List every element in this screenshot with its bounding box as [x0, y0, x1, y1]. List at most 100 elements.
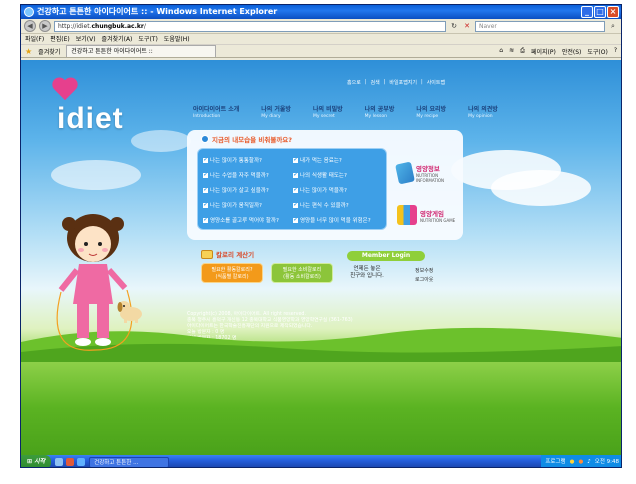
volume-icon[interactable]: ♪ — [587, 455, 591, 467]
button-line: (활동 소비칼로리) — [283, 274, 321, 280]
question-item[interactable]: ✔ 나의 식생활 태도는? — [293, 171, 371, 179]
browser-tab[interactable]: 건강하고 튼튼한 아이다이어트 :: — [66, 45, 217, 57]
maximize-button[interactable]: □ — [594, 6, 606, 18]
url-prefix: http://idiet. — [58, 22, 92, 30]
question-item[interactable]: ✔ 영양을 너무 많이 먹을 위험은? — [293, 216, 371, 224]
sitemap-link[interactable]: 사이트맵 — [427, 79, 445, 86]
question-item[interactable]: ✔ 나는 많이가 살고 싶을까? — [203, 186, 279, 194]
nav-sub: My recipe — [416, 114, 439, 119]
home-icon[interactable]: ⌂ — [499, 47, 503, 56]
question-item[interactable]: ✔ 나는 많이가 먹을까? — [293, 186, 371, 194]
heart-icon — [53, 78, 79, 100]
refresh-icon[interactable]: ↻ — [449, 21, 459, 31]
favorites-button[interactable]: 즐겨찾기 — [38, 47, 60, 56]
question-item[interactable]: ✔ 영양소를 골고루 먹어야 할까? — [203, 216, 279, 224]
tools-menu[interactable]: 도구(O) — [587, 47, 607, 56]
question-list-left: ✔ 나는 많이가 통통할까? ✔ 나는 수업을 자주 먹을까? ✔ 나는 많이가 살고… — [203, 156, 279, 224]
nav-diary[interactable]: 나의 거울방 My diary — [261, 104, 291, 119]
question-item[interactable]: ✔ 내가 먹는 음료는? — [293, 156, 371, 164]
nav-sub: My opinion — [468, 114, 493, 119]
safety-menu[interactable]: 안전(S) — [562, 47, 582, 56]
login-message: 언제든 놓은 친구와 입니다. — [341, 266, 393, 280]
card-sub: NUTRITION INFORMATION — [415, 173, 445, 183]
address-input[interactable]: http://idiet.chungbuk.ac.kr/ — [54, 20, 446, 32]
question-item[interactable]: ✔ 나는 편식 수 있을까? — [293, 201, 371, 209]
nav-opinion[interactable]: 나의 의견방 My opinion — [468, 104, 498, 119]
question-text: 나는 편식 수 있을까? — [300, 203, 349, 209]
question-item[interactable]: ✔ 나는 수업을 자주 먹을까? — [203, 171, 279, 179]
cloud — [491, 170, 591, 206]
calorie-calculator-title: 칼로리 계산기 — [201, 249, 254, 259]
ie-quicklaunch-icon[interactable] — [77, 458, 86, 466]
book-icon — [395, 161, 415, 185]
check-icon: ✔ — [203, 171, 208, 178]
login-message-line: 언제든 놓은 — [353, 266, 381, 272]
network-icon[interactable]: ● — [578, 455, 583, 467]
intake-calorie-button[interactable]: 필요한 활동칼로리? (식품별 칼로리) — [201, 263, 263, 283]
question-item[interactable]: ✔ 나는 많이가 움직일까? — [203, 201, 279, 209]
menu-file[interactable]: 파일(F) — [25, 34, 44, 44]
login-message-line: 친구와 입니다. — [350, 273, 384, 279]
start-label: 시작 — [34, 458, 46, 465]
edit-profile-link[interactable]: 정보수정 — [415, 267, 433, 274]
nav-recipe[interactable]: 나의 요리방 My recipe — [416, 104, 446, 119]
nav-lesson[interactable]: 나의 공부방 My lesson — [365, 104, 395, 119]
menu-help[interactable]: 도움말(H) — [164, 34, 190, 44]
nav-label: 나의 요리방 — [416, 106, 447, 113]
menu-edit[interactable]: 편집(E) — [50, 34, 70, 44]
question-item[interactable]: ✔ 나는 많이가 통통할까? — [203, 156, 279, 164]
question-text: 나는 많이가 먹을까? — [300, 188, 347, 194]
stop-icon[interactable]: ✕ — [462, 21, 472, 31]
url-suffix: / — [143, 22, 146, 30]
burn-calorie-button[interactable]: 필요한 소비칼로리 (활동 소비칼로리) — [271, 263, 333, 283]
dog-illustration — [117, 301, 142, 323]
cloud — [51, 160, 141, 190]
page-menu[interactable]: 페이지(P) — [531, 47, 556, 56]
blocks-icon — [397, 205, 417, 225]
button-line: 필요한 활동칼로리? — [211, 267, 253, 273]
close-button[interactable]: × — [607, 6, 619, 18]
question-icon — [201, 135, 209, 143]
system-tray: 프로그램 ● ● ♪ 오전 9:48 — [541, 455, 621, 467]
nutrition-game-link[interactable]: 영양게임 NUTRITION GAME — [397, 198, 457, 232]
nav-secret[interactable]: 나의 비밀방 My secret — [313, 104, 343, 119]
nav-intro[interactable]: 아이다이어트 소개 Introduction — [193, 104, 239, 119]
url-domain: chungbuk.ac.kr — [91, 22, 144, 30]
back-button[interactable]: ◀ — [24, 20, 36, 32]
feeds-icon[interactable]: ≋ — [509, 47, 514, 56]
site-logo[interactable]: idiet — [41, 76, 131, 136]
mobile-link[interactable]: 바일포맵지기 — [389, 79, 417, 86]
menu-tools[interactable]: 도구(T) — [138, 34, 157, 44]
taskbar: ⊞ 시작 건강하고 튼튼한 ... 프로그램 ● ● ♪ 오전 9:48 — [21, 455, 621, 467]
taskbar-ie-window[interactable]: 건강하고 튼튼한 ... — [89, 456, 170, 467]
search-input[interactable]: Naver — [475, 20, 605, 32]
window-title: 건강하고 튼튼한 아이다이어트 :: - Windows Internet Ex… — [37, 7, 278, 16]
calc-title-text: 칼로리 계산기 — [216, 251, 255, 259]
question-text: 내가 먹는 음료는? — [300, 158, 342, 164]
help-icon[interactable]: ? — [614, 47, 617, 56]
home-link[interactable]: 홈으로 — [347, 79, 361, 86]
shield-icon[interactable]: ● — [570, 455, 575, 467]
check-icon: ✔ — [203, 156, 208, 163]
nutrition-info-link[interactable]: 영양정보 NUTRITION INFORMATION — [395, 156, 457, 190]
minimize-button[interactable]: _ — [581, 6, 593, 18]
search-link[interactable]: 검색 — [371, 79, 380, 86]
main-nav: 아이다이어트 소개 Introduction 나의 거울방 My diary 나의 … — [193, 104, 498, 119]
card-text: 영양게임 NUTRITION GAME — [420, 208, 455, 223]
media-icon[interactable] — [66, 458, 75, 466]
print-icon[interactable]: ⎙ — [520, 47, 525, 56]
check-icon: ✔ — [203, 216, 208, 223]
forward-button[interactable]: ▶ — [39, 20, 51, 32]
nav-sub: My diary — [261, 114, 281, 119]
nav-label: 아이다이어트 소개 — [193, 106, 240, 113]
desktop-icon[interactable] — [55, 458, 64, 466]
command-bar: ⌂ ≋ ⎙ 페이지(P) 안전(S) 도구(O) ? — [499, 47, 621, 56]
search-icon[interactable]: ⌕ — [608, 21, 618, 31]
menu-view[interactable]: 보기(V) — [76, 34, 96, 44]
start-button[interactable]: ⊞ 시작 — [21, 455, 52, 467]
logout-link[interactable]: 로그아웃 — [415, 276, 433, 283]
member-login-title: Member Login — [347, 251, 425, 261]
check-icon: ✔ — [293, 156, 298, 163]
menu-favorites[interactable]: 즐겨찾기(A) — [102, 34, 133, 44]
separator: | — [383, 79, 386, 85]
